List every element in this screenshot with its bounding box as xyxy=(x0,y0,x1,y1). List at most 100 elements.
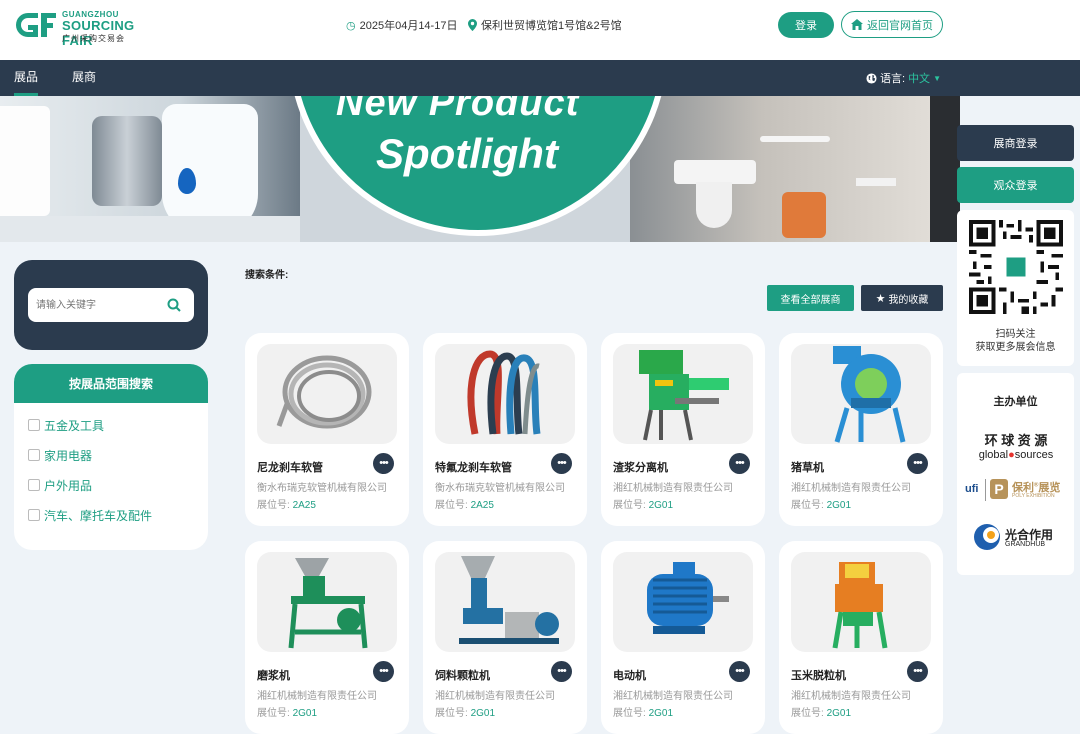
checkbox[interactable] xyxy=(28,479,40,491)
product-name[interactable]: 玉米脱粒机 xyxy=(791,667,846,683)
fair-logo[interactable]: GUANGZHOU SOURCING FAIR 广州采购交易会 xyxy=(14,10,154,48)
product-booth: 展位号: 2G01 xyxy=(613,708,674,719)
product-image-orange-corn-thresher[interactable] xyxy=(791,552,931,652)
banner-photo-left xyxy=(0,96,300,242)
category-item[interactable]: 户外用品 xyxy=(28,477,92,493)
product-company: 湘红机械制造有限责任公司 xyxy=(613,483,733,494)
more-options-button[interactable]: ••• xyxy=(373,453,394,474)
grandhub-mark-icon xyxy=(974,524,1000,550)
language-selector[interactable]: 语言: 中文 ▼ xyxy=(866,70,941,86)
category-filter-panel: 按展品范围搜索 五金及工具 家用电器 户外用品 汽车、摩托车及配件 xyxy=(14,364,208,550)
product-image-green-grinding-mill[interactable] xyxy=(257,552,397,652)
chevron-down-icon: ▼ xyxy=(933,73,941,83)
product-name[interactable]: 猪草机 xyxy=(791,459,824,475)
star-icon: ★ xyxy=(875,292,886,305)
product-booth: 展位号: 2G01 xyxy=(613,500,674,511)
product-name[interactable]: 磨浆机 xyxy=(257,667,290,683)
search-panel xyxy=(14,260,208,350)
grandhub-logo[interactable]: 光合作用 GRANDHUB xyxy=(973,523,1063,553)
product-company: 湘红机械制造有限责任公司 xyxy=(435,691,555,702)
product-card[interactable]: 尼龙刹车软管 ••• 衡水布瑞克软管机械有限公司 展位号: 2A25 xyxy=(245,333,409,526)
more-options-button[interactable]: ••• xyxy=(551,661,572,682)
product-image-blue-pellet-mill[interactable] xyxy=(435,552,575,652)
product-card[interactable]: 特氟龙刹车软管 ••• 衡水布瑞克软管机械有限公司 展位号: 2A25 xyxy=(423,333,587,526)
checkbox[interactable] xyxy=(28,449,40,461)
product-company: 衡水布瑞克软管机械有限公司 xyxy=(435,483,565,494)
product-image-green-separator-machine[interactable] xyxy=(613,344,753,444)
event-venue: 保利世贸博览馆1号馆&2号馆 xyxy=(468,17,622,33)
product-card[interactable]: 猪草机 ••• 湘红机械制造有限责任公司 展位号: 2G01 xyxy=(779,333,943,526)
organizers-card: 主办单位 环 球 资 源 global●sources ufi P 保利®展览 … xyxy=(957,373,1074,575)
search-icon[interactable] xyxy=(166,297,182,313)
view-all-exhibitors-button[interactable]: 查看全部展商 xyxy=(767,285,854,311)
product-company: 湘红机械制造有限责任公司 xyxy=(257,691,377,702)
product-card[interactable]: 电动机 ••• 湘红机械制造有限责任公司 展位号: 2G01 xyxy=(601,541,765,734)
more-options-button[interactable]: ••• xyxy=(907,453,928,474)
event-date-text: 2025年04月14-17日 xyxy=(359,20,458,32)
event-venue-text: 保利世贸博览馆1号馆&2号馆 xyxy=(481,20,622,32)
organizers-title: 主办单位 xyxy=(993,396,1038,408)
product-name[interactable]: 渣浆分离机 xyxy=(613,459,668,475)
language-label: 语言: xyxy=(880,73,906,85)
qr-caption-line-2: 获取更多展会信息 xyxy=(975,342,1056,353)
product-name[interactable]: 电动机 xyxy=(613,667,646,683)
my-favorites-button[interactable]: ★ 我的收藏 xyxy=(861,285,943,311)
product-image-steel-braided-hose[interactable] xyxy=(257,344,397,444)
product-name[interactable]: 尼龙刹车软管 xyxy=(257,459,323,475)
product-image-colored-brake-hoses[interactable] xyxy=(435,344,575,444)
global-sources-logo[interactable]: 环 球 资 源 global●sources xyxy=(973,430,1059,461)
product-name[interactable]: 饲料颗粒机 xyxy=(435,667,490,683)
login-button[interactable]: 登录 xyxy=(778,12,834,38)
qr-code-icon xyxy=(969,220,1063,314)
product-booth: 展位号: 2G01 xyxy=(435,708,496,719)
product-company: 衡水布瑞克软管机械有限公司 xyxy=(257,483,387,494)
visitor-login-button[interactable]: 观众登录 xyxy=(957,167,1074,203)
category-item[interactable]: 汽车、摩托车及配件 xyxy=(28,507,152,523)
more-options-button[interactable]: ••• xyxy=(729,661,750,682)
globe-icon xyxy=(866,72,877,84)
poly-exhibition-logo[interactable]: ufi P 保利®展览 POLY EXHIBITION xyxy=(965,479,1069,503)
exhibitor-login-button[interactable]: 展商登录 xyxy=(957,125,1074,161)
banner-title-line-2: Spotlight xyxy=(376,130,558,177)
product-company: 湘红机械制造有限责任公司 xyxy=(791,691,911,702)
poly-p-icon: P xyxy=(990,479,1008,499)
category-filter-title: 按展品范围搜索 xyxy=(14,364,208,403)
logo-line-3: 广州采购交易会 xyxy=(62,34,125,43)
checkbox[interactable] xyxy=(28,419,40,431)
more-options-button[interactable]: ••• xyxy=(729,453,750,474)
product-card[interactable]: 饲料颗粒机 ••• 湘红机械制造有限责任公司 展位号: 2G01 xyxy=(423,541,587,734)
site-header: GUANGZHOU SOURCING FAIR 广州采购交易会 ◷ 2025年0… xyxy=(0,0,1080,60)
product-image-blue-electric-motor[interactable] xyxy=(613,552,753,652)
banner-title-line-1: New Product xyxy=(336,96,580,124)
return-home-label: 返回官网首页 xyxy=(867,19,933,32)
more-options-button[interactable]: ••• xyxy=(907,661,928,682)
category-item[interactable]: 家用电器 xyxy=(28,447,92,463)
product-image-blue-forage-cutter[interactable] xyxy=(791,344,931,444)
tab-exhibitors[interactable]: 展商 xyxy=(72,60,96,96)
product-booth: 展位号: 2A25 xyxy=(435,500,494,511)
qr-caption-line-1: 扫码关注 xyxy=(995,329,1036,340)
event-date: ◷ 2025年04月14-17日 xyxy=(346,17,457,33)
main-nav: 展品 展商 语言: 中文 ▼ xyxy=(0,60,1080,96)
product-name[interactable]: 特氟龙刹车软管 xyxy=(435,459,512,475)
product-card[interactable]: 磨浆机 ••• 湘红机械制造有限责任公司 展位号: 2G01 xyxy=(245,541,409,734)
product-card[interactable]: 玉米脱粒机 ••• 湘红机械制造有限责任公司 展位号: 2G01 xyxy=(779,541,943,734)
more-options-button[interactable]: ••• xyxy=(551,453,572,474)
language-value: 中文 xyxy=(908,73,931,85)
location-pin-icon xyxy=(468,19,477,31)
return-home-button[interactable]: 返回官网首页 xyxy=(841,11,943,38)
category-item[interactable]: 五金及工具 xyxy=(28,417,104,433)
product-card[interactable]: 渣浆分离机 ••• 湘红机械制造有限责任公司 展位号: 2G01 xyxy=(601,333,765,526)
checkbox[interactable] xyxy=(28,509,40,521)
tab-products[interactable]: 展品 xyxy=(14,60,39,96)
product-company: 湘红机械制造有限责任公司 xyxy=(613,691,733,702)
qr-caption: 扫码关注 获取更多展会信息 xyxy=(957,328,1074,354)
search-conditions-label: 搜索条件: xyxy=(245,270,289,281)
qr-code-card: 扫码关注 获取更多展会信息 xyxy=(957,210,1074,366)
hero-banner[interactable]: New Product Spotlight xyxy=(0,96,960,242)
home-icon xyxy=(851,19,863,30)
fair-logo-mark-icon xyxy=(16,13,56,37)
clock-icon: ◷ xyxy=(346,19,356,32)
banner-photo-right xyxy=(630,96,960,242)
more-options-button[interactable]: ••• xyxy=(373,661,394,682)
